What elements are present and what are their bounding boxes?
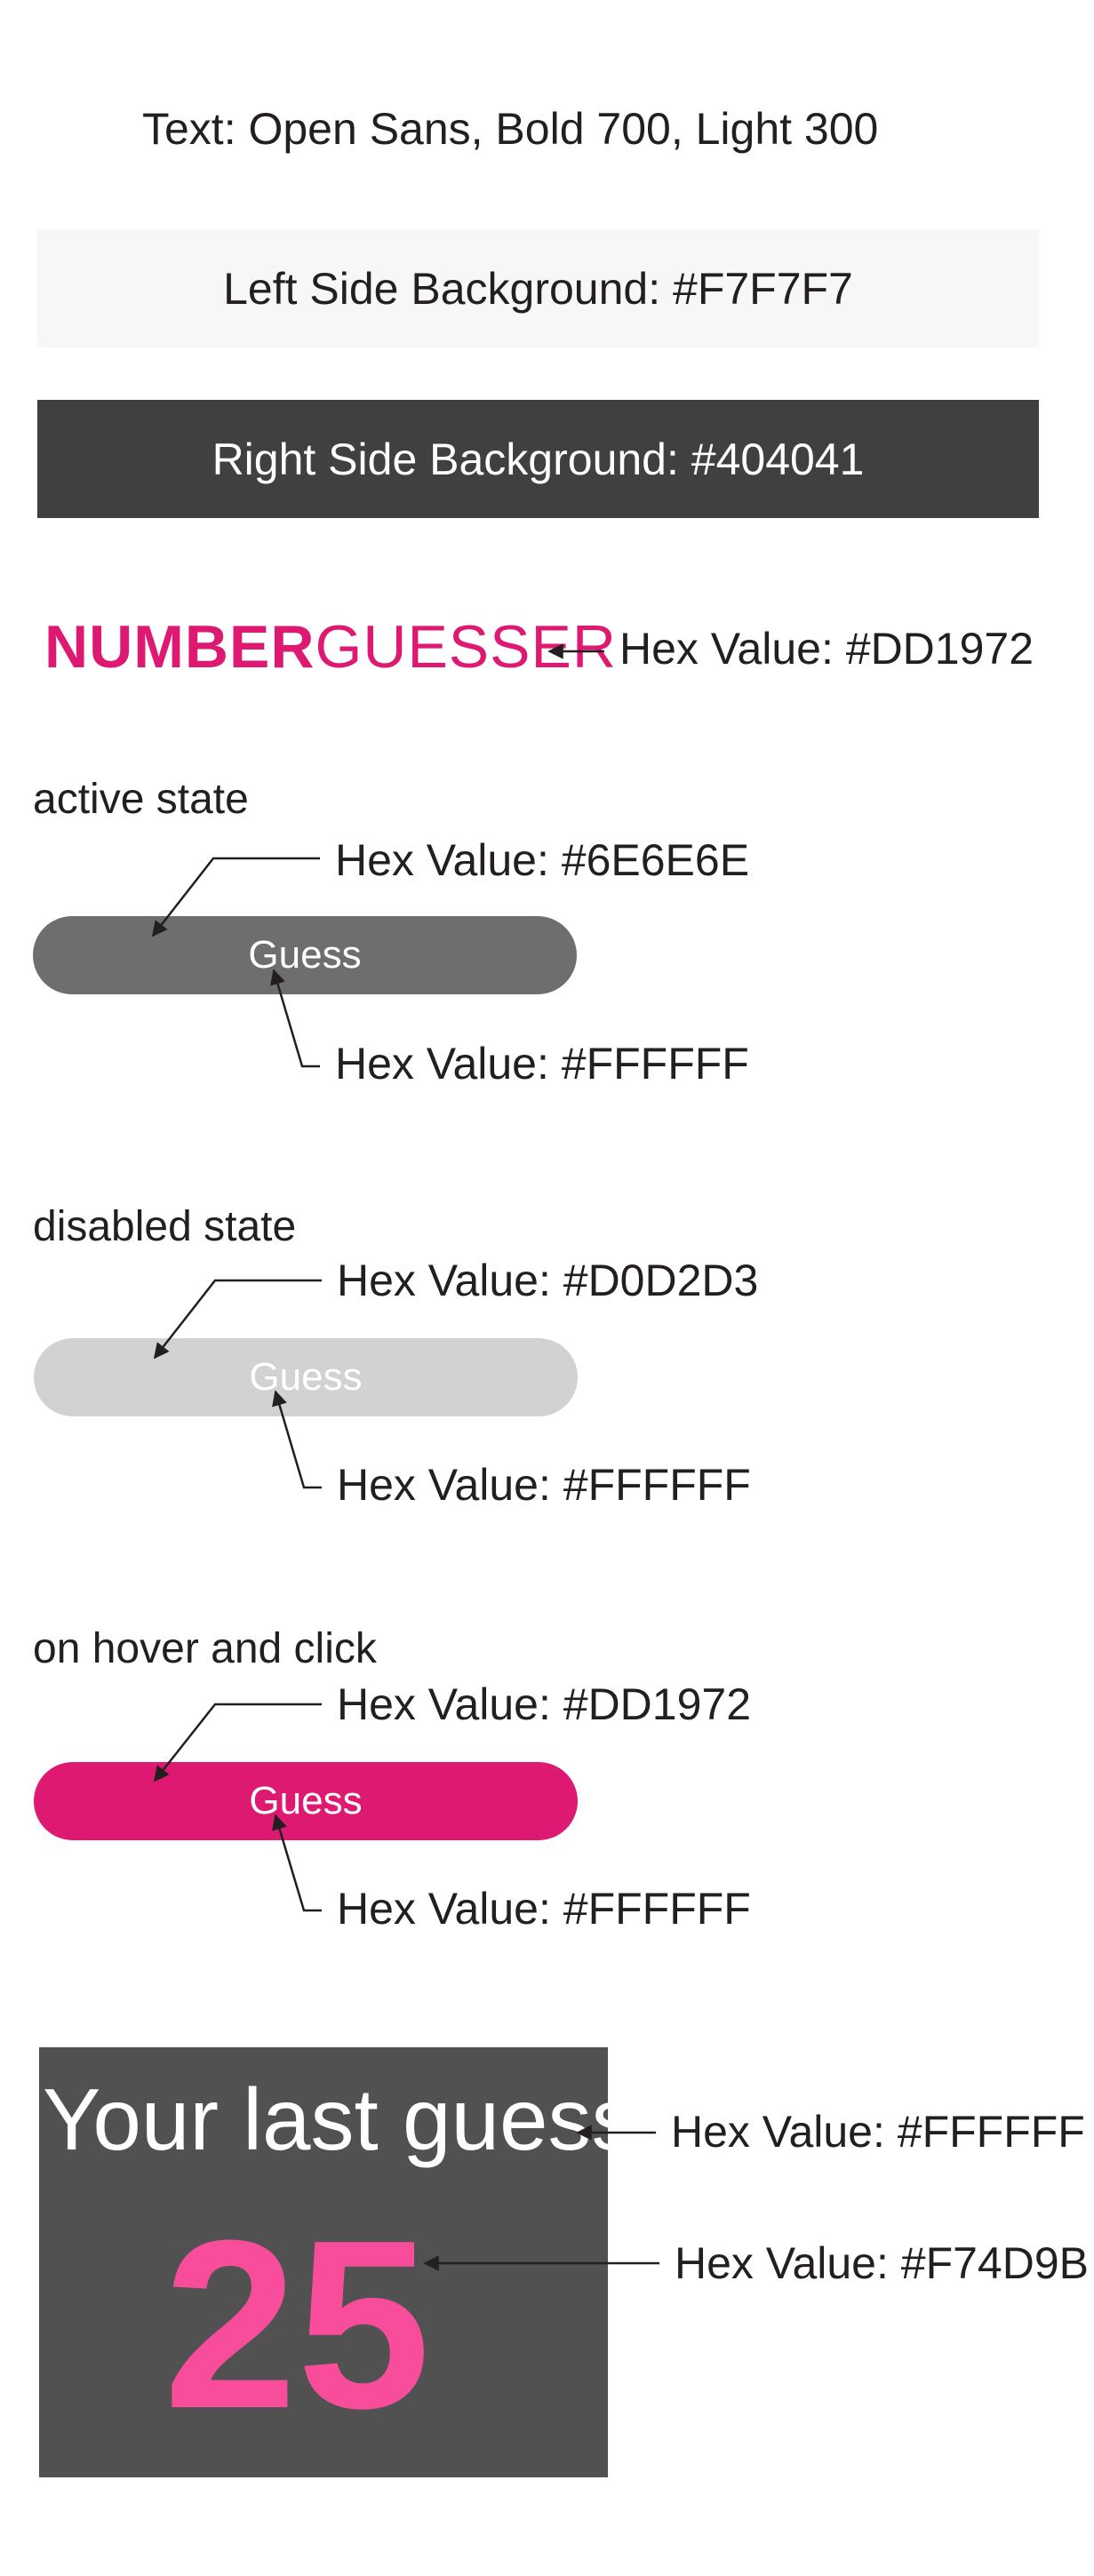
typography-spec: Text: Open Sans, Bold 700, Light 300 bbox=[142, 104, 879, 154]
logo-bold-part: NUMBER bbox=[44, 613, 315, 681]
disabled-state-title: disabled state bbox=[33, 1203, 297, 1250]
app-logo: NUMBERGUESSER bbox=[44, 617, 617, 677]
disabled-bg-hex-label: Hex Value: #D0D2D3 bbox=[337, 1256, 759, 1305]
guess-button-hover-label: Guess bbox=[249, 1779, 363, 1822]
hover-text-hex-label: Hex Value: #FFFFFF bbox=[337, 1884, 751, 1934]
last-guess-title-hex-label: Hex Value: #FFFFFF bbox=[671, 2107, 1085, 2157]
last-guess-title: Your last guess bbox=[43, 2070, 608, 2168]
guess-button-active-label: Guess bbox=[248, 933, 362, 977]
last-guess-number-hex-label: Hex Value: #F74D9B bbox=[675, 2238, 1089, 2288]
guess-button-active[interactable]: Guess bbox=[33, 916, 577, 994]
disabled-text-hex-label: Hex Value: #FFFFFF bbox=[337, 1460, 751, 1510]
last-guess-number: 25 bbox=[164, 2191, 431, 2459]
right-background-swatch: Right Side Background: #404041 bbox=[37, 400, 1039, 518]
guess-button-disabled: Guess bbox=[34, 1338, 578, 1416]
left-background-swatch: Left Side Background: #F7F7F7 bbox=[37, 229, 1039, 347]
hover-state-title: on hover and click bbox=[33, 1625, 377, 1672]
guess-button-disabled-label: Guess bbox=[249, 1355, 363, 1399]
right-background-label: Right Side Background: #404041 bbox=[212, 434, 865, 484]
hover-bg-hex-label: Hex Value: #DD1972 bbox=[337, 1679, 752, 1729]
active-state-title: active state bbox=[33, 776, 249, 823]
logo-light-part: GUESSER bbox=[315, 613, 617, 681]
active-text-hex-label: Hex Value: #FFFFFF bbox=[335, 1039, 749, 1089]
left-background-label: Left Side Background: #F7F7F7 bbox=[223, 263, 853, 314]
active-bg-hex-label: Hex Value: #6E6E6E bbox=[335, 835, 750, 885]
guess-button-hover[interactable]: Guess bbox=[34, 1762, 578, 1840]
logo-hex-label: Hex Value: #DD1972 bbox=[619, 624, 1034, 674]
last-guess-card: Your last guess 25 bbox=[39, 2047, 608, 2477]
